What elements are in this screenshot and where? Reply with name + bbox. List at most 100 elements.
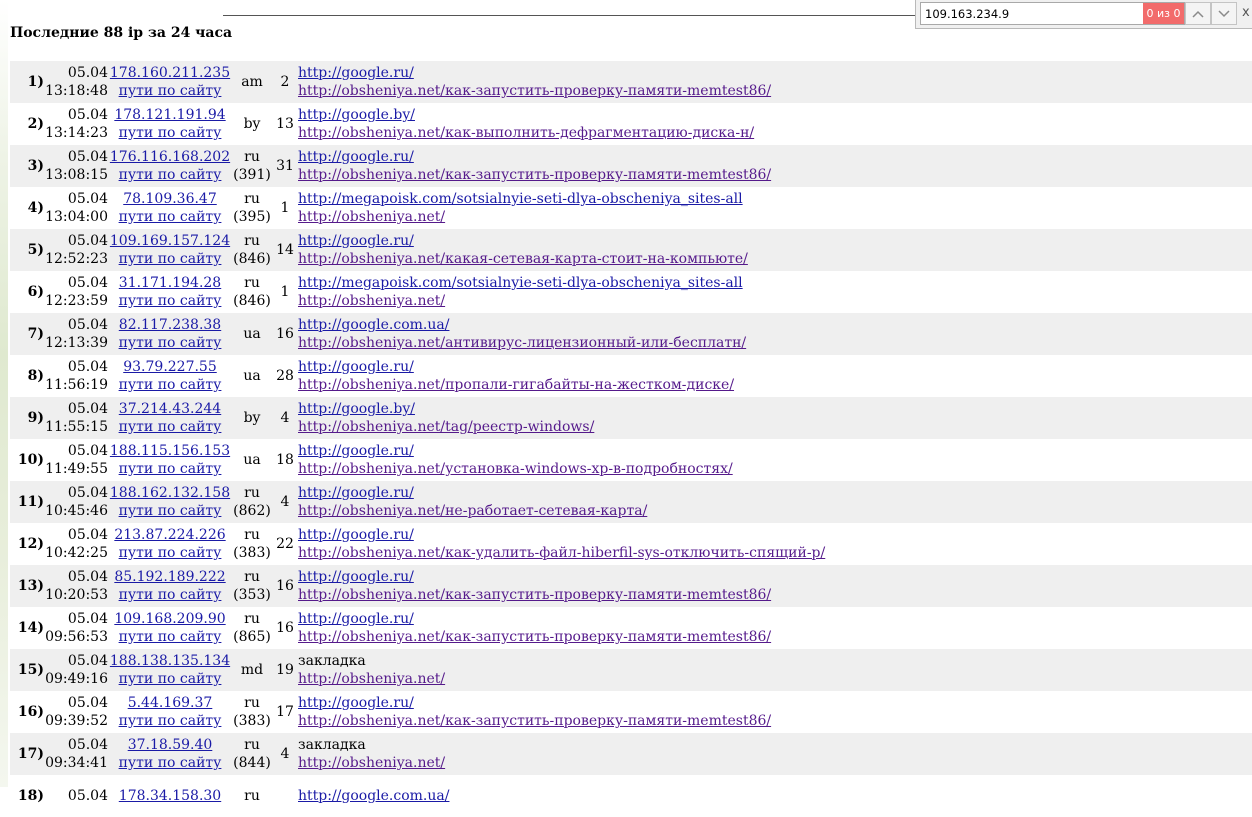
ip-link[interactable]: 213.87.224.226 <box>114 527 225 543</box>
ip-link[interactable]: 188.138.135.134 <box>110 653 230 669</box>
ip-link[interactable]: 109.169.157.124 <box>110 233 230 249</box>
landing-page-link[interactable]: http://obsheniya.net/как-запустить-прове… <box>298 83 771 99</box>
landing-page-link[interactable]: http://obsheniya.net/антивирус-лицензион… <box>298 335 746 351</box>
country-cell: ua <box>232 355 272 397</box>
ip-cell: 37.214.43.244 пути по сайту <box>108 397 232 439</box>
site-paths-link[interactable]: пути по сайту <box>119 209 222 225</box>
landing-page-link[interactable]: http://obsheniya.net/как-запустить-прове… <box>298 713 771 729</box>
ip-cell: 82.117.238.38 пути по сайту <box>108 313 232 355</box>
referrer-cell: http://google.ru/http://obsheniya.net/ка… <box>298 145 1252 187</box>
site-paths-link[interactable]: пути по сайту <box>119 293 222 309</box>
referrer-link[interactable]: http://google.ru/ <box>298 359 414 375</box>
find-query[interactable]: 109.163.234.9 <box>925 7 1009 21</box>
referrer-link[interactable]: http://google.ru/ <box>298 443 414 459</box>
landing-page-link[interactable]: http://obsheniya.net/какая-сетевая-карта… <box>298 251 748 267</box>
visit-datetime: 05.04 13:04:00 <box>44 187 108 229</box>
site-paths-link[interactable]: пути по сайту <box>119 461 222 477</box>
row-number: 4) <box>27 200 44 216</box>
landing-page-link[interactable]: http://obsheniya.net/пропали-гигабайты-н… <box>298 377 734 393</box>
referrer-link[interactable]: http://google.ru/ <box>298 149 414 165</box>
table-row: 15) 05.04 09:49:16 188.138.135.134 пути по с… <box>10 649 1252 691</box>
region-code: (844) <box>233 755 271 771</box>
referrer-link[interactable]: http://google.ru/ <box>298 527 414 543</box>
ip-cell: 178.34.158.30 <box>108 775 232 817</box>
landing-page-link[interactable]: http://obsheniya.net/как-запустить-прове… <box>298 587 771 603</box>
referrer-link[interactable]: http://google.by/ <box>298 107 415 123</box>
site-paths-link[interactable]: пути по сайту <box>119 545 222 561</box>
referrer-link[interactable]: http://google.ru/ <box>298 569 414 585</box>
site-paths-link[interactable]: пути по сайту <box>119 755 222 771</box>
referrer-cell: http://google.ru/http://obsheniya.net/пр… <box>298 355 1252 397</box>
country-cell: ua <box>232 439 272 481</box>
ip-link[interactable]: 178.34.158.30 <box>119 788 221 804</box>
site-paths-link[interactable]: пути по сайту <box>119 167 222 183</box>
referrer-link[interactable]: http://megapoisk.com/sotsialnyie-seti-dl… <box>298 191 743 207</box>
site-paths-link[interactable]: пути по сайту <box>119 419 222 435</box>
visit-time: 13:18:48 <box>45 83 108 99</box>
landing-page-link[interactable]: http://obsheniya.net/как-запустить-прове… <box>298 167 771 183</box>
site-paths-link[interactable]: пути по сайту <box>119 83 222 99</box>
find-prev-button[interactable] <box>1185 2 1211 25</box>
site-paths-link[interactable]: пути по сайту <box>119 629 222 645</box>
find-input[interactable]: 109.163.234.9 0 из 0 <box>920 2 1185 25</box>
referrer-link[interactable]: http://google.com.ua/ <box>298 317 449 333</box>
referrer-link[interactable]: http://google.com.ua/ <box>298 788 449 804</box>
ip-link[interactable]: 188.162.132.158 <box>110 485 230 501</box>
ip-link[interactable]: 82.117.238.38 <box>119 317 221 333</box>
landing-page-link[interactable]: http://obsheniya.net/как-выполнить-дефра… <box>298 125 754 141</box>
find-close-button[interactable]: x <box>1242 5 1250 21</box>
visit-count: 14 <box>272 229 298 271</box>
referrer-link[interactable]: http://google.ru/ <box>298 233 414 249</box>
referrer-link[interactable]: http://google.ru/ <box>298 65 414 81</box>
country-code: by <box>243 410 261 426</box>
ip-link[interactable]: 109.168.209.90 <box>114 611 225 627</box>
visit-count: 1 <box>280 284 290 300</box>
site-paths-link[interactable]: пути по сайту <box>119 587 222 603</box>
site-paths-link[interactable]: пути по сайту <box>119 377 222 393</box>
landing-page-link[interactable]: http://obsheniya.net/ <box>298 671 445 687</box>
visit-datetime: 05.04 09:56:53 <box>44 607 108 649</box>
visit-datetime: 05.04 12:52:23 <box>44 229 108 271</box>
ip-cell: 78.109.36.47 пути по сайту <box>108 187 232 229</box>
ip-link[interactable]: 85.192.189.222 <box>114 569 225 585</box>
ip-link[interactable]: 188.115.156.153 <box>110 443 230 459</box>
referrer-cell: http://google.ru/http://obsheniya.net/ка… <box>298 61 1252 103</box>
ip-link[interactable]: 31.171.194.28 <box>119 275 221 291</box>
country-cell: ru (395) <box>232 187 272 229</box>
landing-page-link[interactable]: http://obsheniya.net/ <box>298 755 445 771</box>
table-row: 12) 05.04 10:42:25 213.87.224.226 пути по са… <box>10 523 1252 565</box>
site-paths-link[interactable]: пути по сайту <box>119 671 222 687</box>
ip-link[interactable]: 176.116.168.202 <box>110 149 230 165</box>
referrer-link[interactable]: http://google.ru/ <box>298 611 414 627</box>
chevron-down-icon <box>1218 9 1230 17</box>
referrer-link[interactable]: http://google.by/ <box>298 401 415 417</box>
landing-page-link[interactable]: http://obsheniya.net/ <box>298 209 445 225</box>
site-paths-link[interactable]: пути по сайту <box>119 335 222 351</box>
landing-page-link[interactable]: http://obsheniya.net/tag/реестр-windows/ <box>298 419 594 435</box>
landing-page-link[interactable]: http://obsheniya.net/не-работает-сетевая… <box>298 503 647 519</box>
landing-page-link[interactable]: http://obsheniya.net/как-запустить-прове… <box>298 629 771 645</box>
landing-page-link[interactable]: http://obsheniya.net/ <box>298 293 445 309</box>
find-next-button[interactable] <box>1211 2 1237 25</box>
referrer-link[interactable]: http://megapoisk.com/sotsialnyie-seti-dl… <box>298 275 743 291</box>
visit-date: 05.04 <box>67 191 108 207</box>
referrer-cell: http://google.com.ua/http://obsheniya.ne… <box>298 313 1252 355</box>
ip-link[interactable]: 5.44.169.37 <box>128 695 213 711</box>
site-paths-link[interactable]: пути по сайту <box>119 251 222 267</box>
site-paths-link[interactable]: пути по сайту <box>119 125 222 141</box>
ip-link[interactable]: 178.121.191.94 <box>114 107 225 123</box>
site-paths-link[interactable]: пути по сайту <box>119 713 222 729</box>
country-cell: ru (846) <box>232 229 272 271</box>
country-cell: ru (383) <box>232 691 272 733</box>
referrer-link[interactable]: http://google.ru/ <box>298 485 414 501</box>
landing-page-link[interactable]: http://obsheniya.net/как-удалить-файл-hi… <box>298 545 825 561</box>
ip-link[interactable]: 37.18.59.40 <box>128 737 213 753</box>
landing-page-link[interactable]: http://obsheniya.net/установка-windows-x… <box>298 461 733 477</box>
ip-link[interactable]: 78.109.36.47 <box>123 191 217 207</box>
ip-link[interactable]: 93.79.227.55 <box>123 359 217 375</box>
site-paths-link[interactable]: пути по сайту <box>119 503 222 519</box>
ip-link[interactable]: 37.214.43.244 <box>119 401 221 417</box>
referrer-link[interactable]: http://google.ru/ <box>298 695 414 711</box>
ip-link[interactable]: 178.160.211.235 <box>110 65 230 81</box>
country-cell: ru (846) <box>232 271 272 313</box>
